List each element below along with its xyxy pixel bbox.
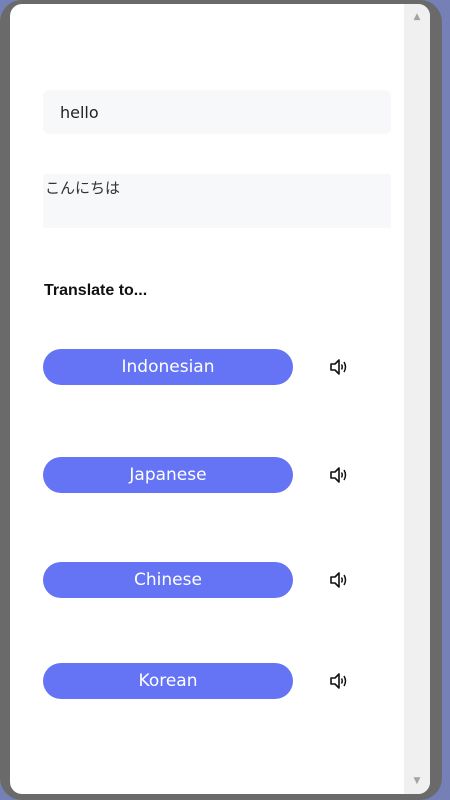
chinese-button[interactable]: Chinese [43,562,293,598]
vertical-scrollbar[interactable]: ▲ ▼ [404,4,430,794]
source-text-input[interactable] [43,90,391,134]
speaker-icon[interactable] [329,671,349,691]
speaker-icon[interactable] [329,570,349,590]
language-row-chinese: Chinese [43,562,373,598]
korean-button[interactable]: Korean [43,663,293,699]
speaker-icon[interactable] [329,465,349,485]
language-row-japanese: Japanese [43,457,373,493]
language-row-korean: Korean [43,663,373,699]
scroll-down-arrow-icon[interactable]: ▼ [404,772,430,790]
translator-panel: こんにちは Translate to... Indonesian Japanes… [10,4,404,794]
translation-output: こんにちは [43,174,391,228]
indonesian-button[interactable]: Indonesian [43,349,293,385]
scroll-up-arrow-icon[interactable]: ▲ [404,8,430,26]
translate-to-heading: Translate to... [44,282,148,299]
window-frame: こんにちは Translate to... Indonesian Japanes… [0,0,442,800]
speaker-icon[interactable] [329,357,349,377]
app-window: こんにちは Translate to... Indonesian Japanes… [10,4,430,794]
japanese-button[interactable]: Japanese [43,457,293,493]
language-row-indonesian: Indonesian [43,349,373,385]
